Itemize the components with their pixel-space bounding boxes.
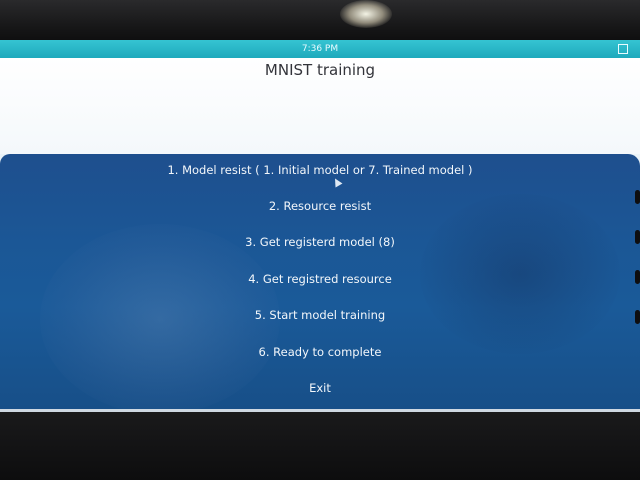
device-bezel-top xyxy=(0,0,640,40)
menu-item-ready-to-complete[interactable]: 6. Ready to complete xyxy=(0,337,640,367)
menu-item-resource-resist[interactable]: 2. Resource resist xyxy=(0,191,640,221)
title-area: MNIST training xyxy=(0,58,640,154)
edge-notch xyxy=(635,190,640,204)
light-glare xyxy=(340,0,392,28)
menu-item-get-registered-model[interactable]: 3. Get registerd model (8) xyxy=(0,227,640,257)
menu-item-start-model-training[interactable]: 5. Start model training xyxy=(0,300,640,330)
menu-item-get-registered-resource[interactable]: 4. Get registred resource xyxy=(0,264,640,294)
device: 7:36 PM MNIST training 1. Model resist (… xyxy=(0,0,640,480)
edge-notch xyxy=(635,310,640,324)
device-bezel-bottom xyxy=(0,412,640,480)
edge-notch xyxy=(635,270,640,284)
status-time: 7:36 PM xyxy=(301,44,339,54)
menu-item-model-resist[interactable]: 1. Model resist ( 1. Initial model or 7.… xyxy=(0,155,640,185)
square-icon xyxy=(618,44,628,54)
menu-item-exit[interactable]: Exit xyxy=(0,373,640,403)
edge-notch xyxy=(635,230,640,244)
screen: 7:36 PM MNIST training 1. Model resist (… xyxy=(0,40,640,412)
menu-panel: 1. Model resist ( 1. Initial model or 7.… xyxy=(0,154,640,409)
app-title: MNIST training xyxy=(264,61,376,79)
status-bar: 7:36 PM xyxy=(0,40,640,58)
